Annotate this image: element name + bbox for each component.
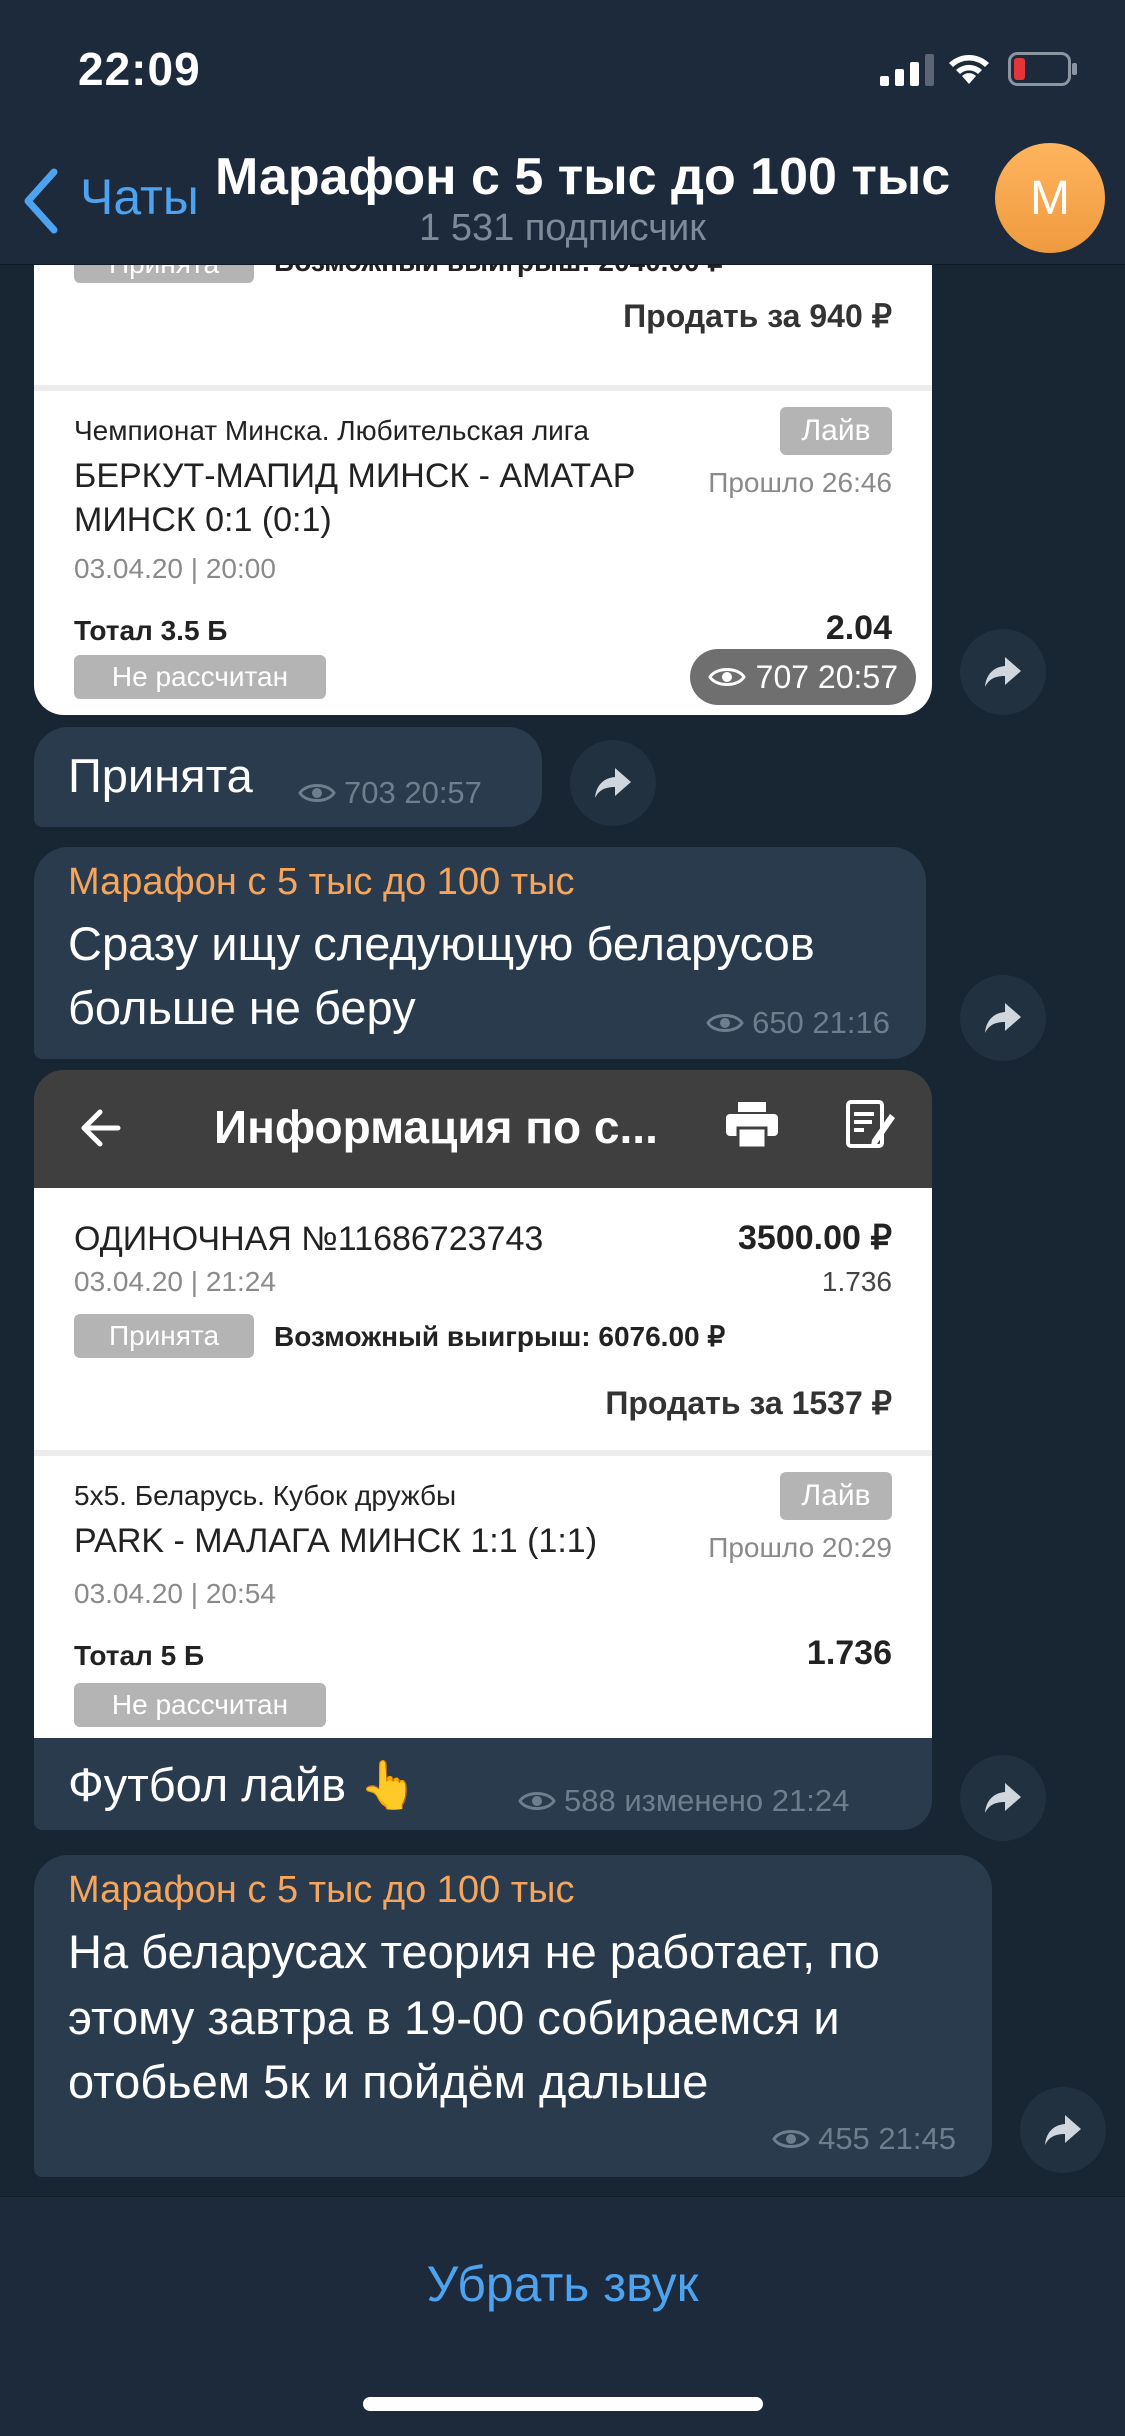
screenshot-app-bar: Информация по с... (34, 1070, 932, 1188)
message-text-line1: Сразу ищу следующую беларусов (68, 917, 815, 970)
card-divider (34, 385, 932, 391)
coefficient: 1.736 (821, 1266, 892, 1297)
league-name: 5х5. Беларусь. Кубок дружбы (74, 1480, 457, 1511)
stake-amount: 3500.00 ₽ (738, 1219, 892, 1257)
message-text-line3: отобьем 5к и пойдём дальше (68, 2055, 709, 2108)
forward-arrow-icon (985, 657, 1021, 687)
avatar-letter: М (1030, 171, 1070, 225)
elapsed-time: Прошло 20:29 (708, 1532, 892, 1563)
match-title-2: МИНСК 0:1 (0:1) (74, 501, 332, 539)
possible-win: Возможный выигрыш: 2040.00 ₽ (274, 265, 725, 278)
channel-title[interactable]: Марафон с 5 тыс до 100 тыс (215, 147, 950, 207)
home-indicator[interactable] (363, 2397, 763, 2411)
sell-for: Продать за 940 ₽ (623, 298, 892, 334)
message-meta: 588 изменено 21:24 (518, 1783, 849, 1819)
match-title: PARK - МАЛАГА МИНСК 1:1 (1:1) (74, 1522, 598, 1560)
forward-arrow-icon (1045, 2115, 1081, 2145)
status-time: 22:09 (78, 43, 201, 95)
live-badge: Лайв (780, 407, 892, 455)
sell-for: Продать за 1537 ₽ (605, 1385, 892, 1421)
share-button[interactable] (960, 975, 1046, 1061)
mute-button[interactable]: Убрать звук (0, 2255, 1125, 2313)
share-button[interactable] (960, 1755, 1046, 1841)
forward-arrow-icon (985, 1783, 1021, 1813)
message-text-line2: этому завтра в 19-00 собираемся и (68, 1991, 840, 2044)
share-button[interactable] (1020, 2087, 1106, 2173)
odds-value: 2.04 (825, 609, 892, 647)
edit-note-icon (846, 1100, 895, 1148)
message-text: Принята (68, 749, 253, 802)
bet-screenshot-image[interactable]: ОДИНОЧНАЯ №11686723743 3500.00 ₽ 03.04.2… (34, 1188, 932, 1738)
wifi-icon (949, 55, 989, 84)
eye-icon (298, 784, 336, 802)
match-date: 03.04.20 | 20:54 (74, 1578, 276, 1609)
views-time: 455 21:45 (818, 2121, 956, 2156)
views-time: 707 20:57 (755, 658, 898, 695)
channel-avatar[interactable]: М (995, 143, 1105, 253)
bet-date: 03.04.20 | 21:24 (74, 1266, 276, 1297)
message-text-line1: На беларусах теория не работает, по (68, 1925, 880, 1978)
bet-type-number: ОДИНОЧНАЯ №11686723743 (74, 1220, 544, 1258)
eye-icon (707, 668, 746, 686)
message-author[interactable]: Марафон с 5 тыс до 100 тыс (68, 861, 575, 904)
message-bubble[interactable]: Марафон с 5 тыс до 100 тыс Сразу ищу сле… (34, 847, 926, 1059)
caption-text: Футбол лайв 👆 (68, 1758, 418, 1811)
bottom-bar: Убрать звук (0, 2196, 1125, 2436)
odds-value: 1.736 (806, 1634, 892, 1672)
market-name: Тотал 5 Б (74, 1640, 205, 1671)
league-name: Чемпионат Минска. Любительская лига (74, 415, 589, 446)
message-meta: 650 21:16 (706, 1005, 890, 1041)
share-button[interactable] (570, 740, 656, 826)
share-button[interactable] (960, 629, 1046, 715)
message-meta: 455 21:45 (772, 2121, 956, 2157)
views-time: 703 20:57 (344, 775, 482, 810)
forward-arrow-icon (595, 768, 631, 798)
views-time: 588 изменено 21:24 (564, 1783, 850, 1818)
message-list[interactable]: Принята Возможный выигрыш: 2040.00 ₽ Про… (0, 265, 1125, 2195)
message-text-line2: больше не беру (68, 981, 416, 1034)
views-time-overlay: 707 20:57 (689, 649, 916, 705)
subscriber-count: 1 531 подписчик (419, 207, 706, 249)
message-author[interactable]: Марафон с 5 тыс до 100 тыс (68, 1869, 575, 1912)
elapsed-time: Прошло 26:46 (708, 467, 892, 498)
battery-icon (1008, 52, 1077, 86)
top-bar: 22:09 Чаты Марафон с 5 тыс до 100 тыс 1 … (0, 0, 1125, 265)
cellular-signal-icon (880, 54, 934, 86)
match-title-1: БЕРКУТ-МАПИД МИНСК - АМАТАР (74, 457, 636, 495)
accepted-pill: Принята (74, 1314, 254, 1358)
eye-icon (706, 1014, 744, 1032)
possible-win: Возможный выигрыш: 6076.00 ₽ (274, 1321, 726, 1352)
message-bubble[interactable]: Принята 703 20:57 (34, 727, 542, 827)
accepted-pill: Принята (74, 265, 254, 283)
unsettled-pill: Не рассчитан (74, 1683, 326, 1727)
market-name: Тотал 3.5 Б (74, 615, 228, 646)
forward-arrow-icon (985, 1003, 1021, 1033)
views-time: 650 21:16 (752, 1005, 890, 1040)
eye-icon (518, 1792, 556, 1810)
card-divider (34, 1450, 932, 1456)
match-date: 03.04.20 | 20:00 (74, 553, 276, 584)
eye-icon (772, 2130, 810, 2148)
printer-icon (726, 1102, 778, 1148)
arrow-left-icon (81, 1109, 121, 1147)
bet-screenshot-image[interactable]: Принята Возможный выигрыш: 2040.00 ₽ Про… (34, 265, 932, 715)
message-bubble[interactable]: Марафон с 5 тыс до 100 тыс На беларусах … (34, 1855, 992, 2177)
screenshot-app-title: Информация по с... (214, 1101, 658, 1153)
message-meta: 703 20:57 (298, 775, 482, 811)
unsettled-pill: Не рассчитан (74, 655, 326, 699)
live-badge: Лайв (780, 1472, 892, 1520)
